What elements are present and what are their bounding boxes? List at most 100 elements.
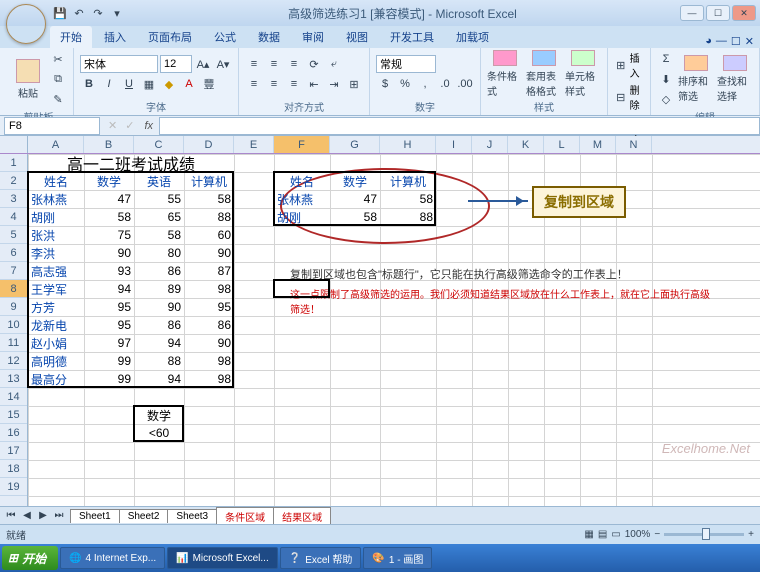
bold-button[interactable]: B (80, 75, 98, 93)
col-header[interactable]: G (330, 136, 380, 153)
cell[interactable]: 55 (134, 190, 184, 208)
name-box[interactable]: F8 (4, 117, 100, 135)
grow-font-icon[interactable]: A▴ (194, 55, 212, 73)
cell[interactable]: 97 (84, 334, 134, 352)
inc-decimal-icon[interactable]: .0 (436, 75, 454, 93)
cell[interactable]: 99 (84, 370, 134, 388)
row-header[interactable]: 18 (0, 460, 27, 478)
cell[interactable]: 95 (84, 316, 134, 334)
col-header[interactable]: I (436, 136, 472, 153)
insert-cells-icon[interactable]: ⊞ (614, 56, 628, 74)
row-header[interactable]: 1 (0, 154, 27, 172)
start-button[interactable]: ⊞开始 (2, 546, 58, 570)
row-header[interactable]: 15 (0, 406, 27, 424)
cell[interactable]: <60 (134, 424, 184, 442)
cell-styles-button[interactable]: 单元格样式 (565, 50, 601, 98)
qat-save-icon[interactable]: 💾 (52, 5, 68, 21)
view-break-icon[interactable]: ▭ (611, 529, 620, 540)
help-icon[interactable]: ◕ (705, 35, 712, 48)
underline-button[interactable]: U (120, 75, 138, 93)
align-bot-icon[interactable]: ≡ (285, 55, 303, 73)
cell[interactable]: 87 (184, 262, 234, 280)
cond-format-button[interactable]: 条件格式 (487, 50, 523, 98)
cell[interactable]: 王学军 (28, 280, 84, 298)
copy-icon[interactable]: ⧉ (49, 70, 67, 88)
tab-formulas[interactable]: 公式 (204, 26, 246, 48)
tab-addins[interactable]: 加载项 (446, 26, 499, 48)
cancel-formula-icon[interactable]: ✕ (104, 119, 121, 132)
cell[interactable]: 88 (134, 352, 184, 370)
fx-icon[interactable]: fx (138, 120, 159, 132)
row-header[interactable]: 4 (0, 208, 27, 226)
tab-dev[interactable]: 开发工具 (380, 26, 444, 48)
tab-review[interactable]: 审阅 (292, 26, 334, 48)
worksheet[interactable]: ABCDEFGHIJKLMN 1234567891011121314151617… (0, 136, 760, 524)
cell[interactable]: 赵小娟 (28, 334, 84, 352)
qat-undo-icon[interactable]: ↶ (71, 5, 87, 21)
cell[interactable]: 88 (184, 208, 234, 226)
doc-max-icon[interactable]: ☐ (731, 35, 741, 48)
cell[interactable]: 95 (84, 298, 134, 316)
taskbar-item[interactable]: 🌐 4 Internet Exp... (60, 547, 165, 569)
delete-cells-icon[interactable]: ⊟ (614, 88, 628, 106)
cell[interactable]: 98 (184, 370, 234, 388)
paste-button[interactable]: 粘贴 (10, 55, 46, 103)
cell[interactable]: 98 (184, 280, 234, 298)
taskbar-item[interactable]: ❔ Excel 帮助 (280, 547, 362, 569)
tab-first-icon[interactable]: ⏮ (4, 510, 18, 521)
align-mid-icon[interactable]: ≡ (265, 55, 283, 73)
col-header[interactable]: E (234, 136, 274, 153)
row-header[interactable]: 7 (0, 262, 27, 280)
row-header[interactable]: 3 (0, 190, 27, 208)
taskbar-item[interactable]: 🎨 1 - 画图 (363, 547, 432, 569)
tab-layout[interactable]: 页面布局 (138, 26, 202, 48)
cell[interactable]: 李洪 (28, 244, 84, 262)
cell[interactable]: 张林燕 (274, 190, 330, 208)
cell[interactable]: 英语 (134, 172, 184, 190)
qat-dropdown-icon[interactable]: ▾ (109, 5, 125, 21)
col-header[interactable]: N (616, 136, 652, 153)
find-select-button[interactable]: 查找和选择 (717, 55, 753, 103)
row-header[interactable]: 19 (0, 478, 27, 496)
row-header[interactable]: 2 (0, 172, 27, 190)
title-cell[interactable]: 高一二班考试成绩 (28, 154, 234, 172)
cell[interactable]: 张林燕 (28, 190, 84, 208)
cell[interactable]: 75 (84, 226, 134, 244)
font-color-icon[interactable]: A (180, 75, 198, 93)
select-all-corner[interactable] (0, 136, 28, 153)
cell[interactable]: 86 (134, 316, 184, 334)
number-format-combo[interactable]: 常规 (376, 55, 436, 73)
col-header[interactable]: K (508, 136, 544, 153)
enter-formula-icon[interactable]: ✓ (121, 119, 138, 132)
phonetic-icon[interactable]: 豐 (200, 75, 218, 93)
zoom-out-icon[interactable]: − (654, 529, 660, 540)
clear-icon[interactable]: ◇ (657, 90, 675, 108)
align-right-icon[interactable]: ≡ (285, 75, 303, 93)
indent-dec-icon[interactable]: ⇤ (305, 75, 323, 93)
cell[interactable]: 高志强 (28, 262, 84, 280)
cell[interactable]: 99 (84, 352, 134, 370)
row-header[interactable]: 12 (0, 352, 27, 370)
indent-inc-icon[interactable]: ⇥ (325, 75, 343, 93)
qat-redo-icon[interactable]: ↷ (90, 5, 106, 21)
view-normal-icon[interactable]: ▦ (584, 529, 593, 540)
percent-icon[interactable]: % (396, 75, 414, 93)
col-header[interactable]: J (472, 136, 508, 153)
cell[interactable]: 94 (134, 370, 184, 388)
cell[interactable]: 58 (330, 208, 380, 226)
tab-next-icon[interactable]: ▶ (36, 510, 50, 521)
cell[interactable]: 姓名 (28, 172, 84, 190)
format-painter-icon[interactable]: ✎ (49, 90, 67, 108)
row-header[interactable]: 11 (0, 334, 27, 352)
cell[interactable]: 胡刚 (274, 208, 330, 226)
row-header[interactable]: 9 (0, 298, 27, 316)
border-icon[interactable]: ▦ (140, 75, 158, 93)
col-header[interactable]: L (544, 136, 580, 153)
cell[interactable]: 86 (184, 316, 234, 334)
zoom-value[interactable]: 100% (625, 529, 651, 540)
cell[interactable]: 58 (184, 190, 234, 208)
cell[interactable]: 高明德 (28, 352, 84, 370)
wrap-icon[interactable]: ⤶ (325, 55, 343, 73)
sheet-tab[interactable]: Sheet3 (167, 509, 217, 523)
cell[interactable]: 90 (134, 298, 184, 316)
